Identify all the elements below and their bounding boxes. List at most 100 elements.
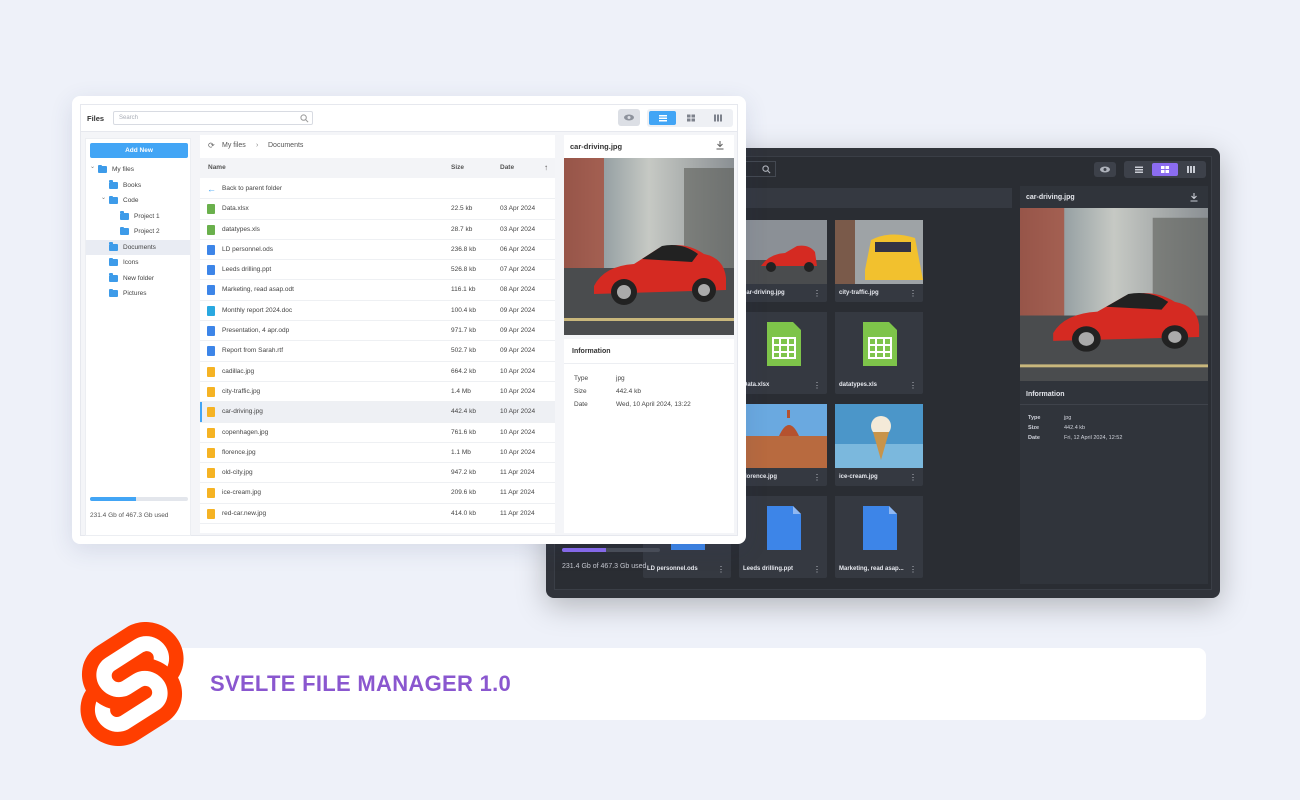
table-row[interactable]: florence.jpg 1.1 Mb 10 Apr 2024 bbox=[200, 443, 555, 464]
file-size: 947.2 kb bbox=[451, 469, 476, 477]
tile-thumbnail bbox=[835, 404, 923, 468]
file-name: LD personnel.ods bbox=[222, 245, 273, 253]
grid-tile[interactable]: Data.xlsx ⋮ bbox=[739, 312, 827, 394]
file-name: Marketing, read asap.odt bbox=[222, 286, 294, 294]
file-name: copenhagen.jpg bbox=[222, 428, 269, 436]
tile-name: Marketing, read asap... bbox=[839, 566, 904, 572]
download-icon[interactable] bbox=[716, 141, 724, 150]
more-options-icon[interactable]: ⋮ bbox=[813, 474, 821, 482]
more-options-icon[interactable]: ⋮ bbox=[909, 566, 917, 574]
type-label: Type bbox=[1028, 415, 1041, 421]
file-name: florence.jpg bbox=[222, 448, 256, 456]
tree-item[interactable]: Pictures bbox=[86, 286, 190, 302]
more-options-icon[interactable]: ⋮ bbox=[813, 382, 821, 390]
columns-view-button[interactable] bbox=[1178, 163, 1204, 176]
file-name: Data.xlsx bbox=[222, 205, 249, 213]
file-date: 10 Apr 2024 bbox=[500, 387, 536, 395]
breadcrumb-current[interactable]: Documents bbox=[268, 135, 303, 157]
back-to-parent-row[interactable]: ← Back to parent folder bbox=[200, 179, 555, 200]
grid-tile[interactable]: Leeds drilling.ppt ⋮ bbox=[739, 496, 827, 578]
chevron-down-icon[interactable]: ⌄ bbox=[101, 191, 106, 207]
tree-item[interactable]: New folder bbox=[86, 271, 190, 287]
table-row[interactable]: old-city.jpg 947.2 kb 11 Apr 2024 bbox=[200, 463, 555, 484]
more-options-icon[interactable]: ⋮ bbox=[717, 566, 725, 574]
more-options-icon[interactable]: ⋮ bbox=[909, 382, 917, 390]
tile-thumbnail bbox=[835, 220, 923, 284]
file-size: 100.4 kb bbox=[451, 306, 476, 314]
table-row[interactable]: Data.xlsx 22.5 kb 03 Apr 2024 bbox=[200, 199, 555, 220]
info-heading: Information bbox=[564, 339, 734, 364]
file-size: 1.1 Mb bbox=[451, 448, 471, 456]
grid-tile[interactable]: city-traffic.jpg ⋮ bbox=[835, 220, 923, 302]
table-header: Name Size Date ↑ bbox=[200, 158, 555, 178]
column-date[interactable]: Date bbox=[500, 158, 514, 178]
table-row[interactable]: Leeds drilling.ppt 526.8 kb 07 Apr 2024 bbox=[200, 260, 555, 281]
file-size: 442.4 kb bbox=[451, 408, 476, 416]
doc-file-icon bbox=[207, 244, 215, 255]
file-name: Presentation, 4 apr.odp bbox=[222, 327, 290, 335]
table-row[interactable]: Presentation, 4 apr.odp 971.7 kb 09 Apr 20… bbox=[200, 321, 555, 342]
column-name[interactable]: Name bbox=[208, 158, 226, 178]
size-value: 442.4 kb bbox=[1064, 425, 1086, 431]
list-view-button[interactable] bbox=[649, 111, 676, 125]
more-options-icon[interactable]: ⋮ bbox=[813, 290, 821, 298]
grid-tile[interactable]: ice-cream.jpg ⋮ bbox=[835, 404, 923, 486]
folder-icon bbox=[109, 242, 118, 251]
tree-item-label: Books bbox=[123, 181, 142, 189]
preview-panel: car-driving.jpg Information Type jpg Siz… bbox=[564, 135, 734, 533]
file-name: Report from Sarah.rtf bbox=[222, 347, 284, 355]
tree-item-label: Project 2 bbox=[134, 228, 160, 235]
table-row[interactable]: car-driving.jpg 442.4 kb 10 Apr 2024 bbox=[200, 402, 555, 423]
columns-view-button[interactable] bbox=[704, 111, 731, 125]
preview-toggle-button[interactable] bbox=[618, 109, 640, 126]
text-file-icon bbox=[207, 305, 215, 316]
table-row[interactable]: ice-cream.jpg 209.6 kb 11 Apr 2024 bbox=[200, 483, 555, 504]
table-row[interactable]: copenhagen.jpg 761.6 kb 10 Apr 2024 bbox=[200, 423, 555, 443]
grid-tile[interactable]: Marketing, read asap... ⋮ bbox=[835, 496, 923, 578]
table-row[interactable]: red-car.new.jpg 414.0 kb 11 Apr 2024 bbox=[200, 504, 555, 525]
search-input[interactable]: Search bbox=[113, 111, 313, 125]
breadcrumb-root[interactable]: My files bbox=[222, 135, 246, 157]
download-icon[interactable] bbox=[1190, 193, 1198, 202]
tile-thumbnail bbox=[739, 496, 827, 560]
folder-icon bbox=[109, 257, 118, 266]
table-row[interactable]: cadillac.jpg 664.2 kb 10 Apr 2024 bbox=[200, 362, 555, 382]
table-row[interactable]: LD personnel.ods 236.8 kb 06 Apr 2024 bbox=[200, 240, 555, 261]
add-new-button[interactable]: Add New bbox=[90, 143, 188, 158]
table-row[interactable]: Marketing, read asap.odt 116.1 kb 08 Apr 2… bbox=[200, 280, 555, 301]
dark-preview-toggle-button[interactable] bbox=[1094, 162, 1116, 177]
table-row[interactable]: Monthly report 2024.doc 100.4 kb 09 Apr 20… bbox=[200, 301, 555, 322]
list-view-icon bbox=[659, 115, 667, 122]
table-row[interactable]: datatypes.xls 28.7 kb 03 Apr 2024 bbox=[200, 220, 555, 240]
grid-tile[interactable]: datatypes.xls ⋮ bbox=[835, 312, 923, 394]
column-size[interactable]: Size bbox=[451, 158, 464, 178]
more-options-icon[interactable]: ⋮ bbox=[813, 566, 821, 574]
grid-view-button[interactable] bbox=[677, 111, 704, 125]
file-size: 209.6 kb bbox=[451, 489, 476, 497]
tree-item[interactable]: ⌄ My files bbox=[86, 162, 190, 178]
file-rows: ← Back to parent folder Data.xlsx 22.5 kb… bbox=[200, 179, 555, 525]
tree-item[interactable]: Documents bbox=[86, 239, 190, 255]
grid-view-button[interactable] bbox=[1152, 163, 1178, 176]
more-options-icon[interactable]: ⋮ bbox=[909, 474, 917, 482]
file-name: datatypes.xls bbox=[222, 225, 260, 233]
table-row[interactable]: Report from Sarah.rtf 502.7 kb 09 Apr 2024 bbox=[200, 341, 555, 362]
refresh-icon[interactable]: ⟳ bbox=[208, 135, 215, 157]
back-to-parent-label: Back to parent folder bbox=[222, 185, 282, 192]
more-options-icon[interactable]: ⋮ bbox=[909, 290, 917, 298]
tree-item[interactable]: Project 1 bbox=[86, 209, 190, 225]
sort-arrow-icon[interactable]: ↑ bbox=[544, 158, 548, 178]
preview-image bbox=[1020, 208, 1208, 381]
tree-item[interactable]: Icons bbox=[86, 255, 190, 271]
chevron-down-icon[interactable]: ⌄ bbox=[90, 160, 95, 176]
light-frame: Files Search Add New ⌄ My files Books ⌄ Code… bbox=[80, 104, 738, 536]
grid-tile[interactable]: florence.jpg ⋮ bbox=[739, 404, 827, 486]
list-view-button[interactable] bbox=[1126, 163, 1152, 176]
tree-item[interactable]: Project 2 bbox=[86, 224, 190, 240]
preview-title: car-driving.jpg bbox=[1026, 194, 1075, 201]
grid-tile[interactable]: car-driving.jpg ⋮ bbox=[739, 220, 827, 302]
tree-item[interactable]: ⌄ Code bbox=[86, 193, 190, 209]
size-label: Size bbox=[574, 388, 587, 395]
file-date: 10 Apr 2024 bbox=[500, 448, 536, 456]
table-row[interactable]: city-traffic.jpg 1.4 Mb 10 Apr 2024 bbox=[200, 382, 555, 403]
